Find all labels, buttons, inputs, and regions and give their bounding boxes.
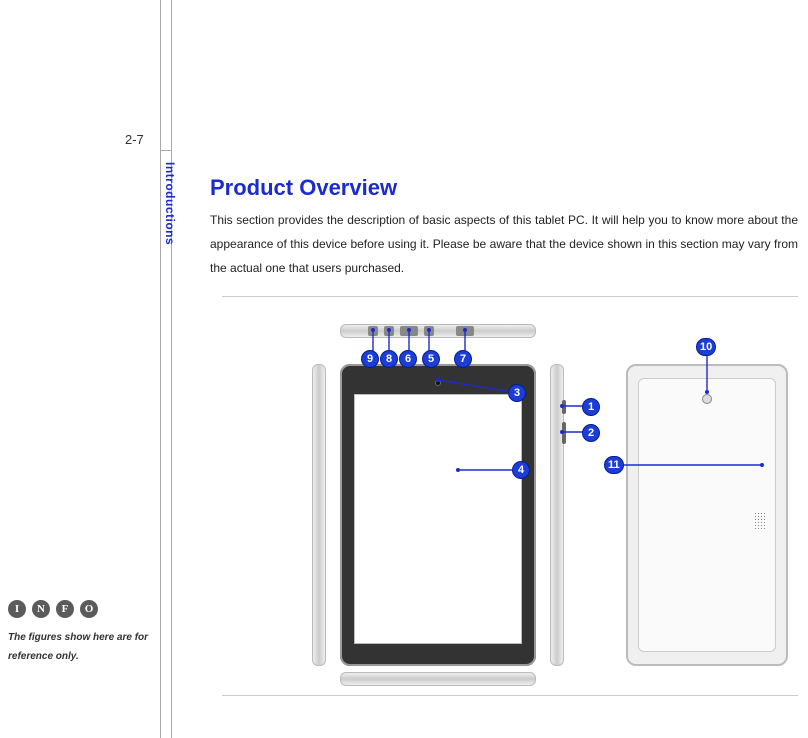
page-title: Product Overview bbox=[210, 175, 397, 201]
callout-9: 9 bbox=[361, 350, 379, 368]
side-button bbox=[562, 422, 566, 444]
product-diagram: 9 8 6 5 7 3 4 1 2 10 11 bbox=[222, 310, 798, 690]
section-label: Introductions bbox=[163, 162, 177, 245]
divider-bottom bbox=[222, 695, 798, 696]
tablet-back-view bbox=[626, 364, 788, 666]
info-glyph-o: O bbox=[80, 600, 98, 618]
callout-1: 1 bbox=[582, 398, 600, 416]
divider-vertical-right bbox=[171, 0, 172, 738]
front-camera-icon bbox=[435, 380, 441, 386]
side-button bbox=[562, 400, 566, 414]
callout-5: 5 bbox=[422, 350, 440, 368]
info-icon: I N F O bbox=[8, 600, 154, 618]
body-paragraph: This section provides the description of… bbox=[210, 208, 798, 280]
info-glyph-i: I bbox=[8, 600, 26, 618]
port-detail bbox=[400, 326, 418, 336]
divider-top bbox=[222, 296, 798, 297]
callout-11: 11 bbox=[604, 456, 624, 474]
info-note: I N F O The figures show here are for re… bbox=[8, 600, 154, 666]
tablet-front-view bbox=[340, 364, 536, 666]
rear-camera-icon bbox=[702, 394, 712, 404]
tablet-left-edge bbox=[312, 364, 326, 666]
callout-6: 6 bbox=[399, 350, 417, 368]
divider-connector bbox=[160, 150, 172, 151]
port-detail bbox=[424, 326, 434, 336]
tablet-bottom-edge bbox=[340, 672, 536, 686]
callout-2: 2 bbox=[582, 424, 600, 442]
speaker-grille-icon bbox=[754, 512, 766, 530]
callout-10: 10 bbox=[696, 338, 716, 356]
callout-7: 7 bbox=[454, 350, 472, 368]
page-number: 2-7 bbox=[125, 132, 144, 147]
callout-8: 8 bbox=[380, 350, 398, 368]
divider-vertical-left bbox=[160, 0, 161, 738]
port-detail bbox=[456, 326, 474, 336]
info-glyph-n: N bbox=[32, 600, 50, 618]
callout-4: 4 bbox=[512, 461, 530, 479]
callout-3: 3 bbox=[508, 384, 526, 402]
port-detail bbox=[384, 326, 394, 336]
info-text: The figures show here are for reference … bbox=[8, 628, 154, 666]
port-detail bbox=[368, 326, 378, 336]
info-glyph-f: F bbox=[56, 600, 74, 618]
